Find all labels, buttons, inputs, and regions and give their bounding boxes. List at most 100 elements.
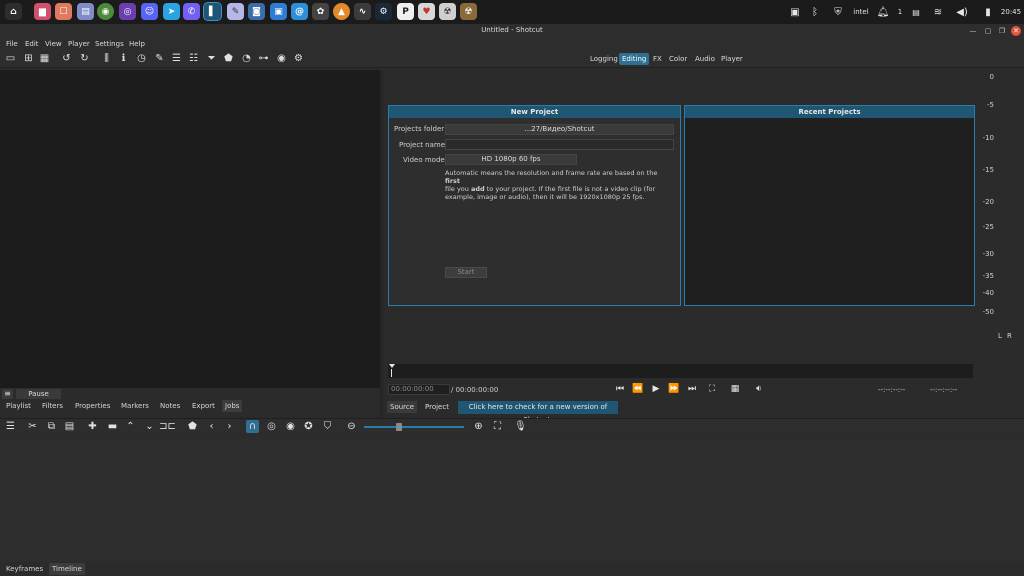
layout-tab-color[interactable]: Color <box>666 53 690 65</box>
scrub-bar[interactable] <box>388 364 973 378</box>
volume-icon[interactable]: ◀) <box>954 4 970 20</box>
rewind-icon[interactable]: ⏪ <box>632 383 644 395</box>
split-icon[interactable]: ⊐⊏ <box>159 420 176 433</box>
remove-icon[interactable]: ▬ <box>106 420 119 433</box>
save-icon[interactable]: ▦ <box>38 52 51 65</box>
menu-player[interactable]: Player <box>68 40 90 48</box>
menu-file[interactable]: File <box>6 40 18 48</box>
tab-export[interactable]: Export <box>189 400 218 412</box>
skip-previous-icon[interactable]: ⏮ <box>614 383 626 395</box>
menu-view[interactable]: View <box>45 40 62 48</box>
paste-icon[interactable]: ▤ <box>63 420 76 433</box>
tab-playlist[interactable]: Playlist <box>3 400 34 412</box>
playhead-icon[interactable] <box>389 364 395 368</box>
timeline-area[interactable] <box>0 436 1024 562</box>
dock-icon[interactable]: ⌂ <box>5 3 22 20</box>
vlc-icon[interactable]: ▲ <box>333 3 350 20</box>
menu-help[interactable]: Help <box>129 40 145 48</box>
keyframes-icon[interactable]: ◔ <box>240 52 253 65</box>
tab-source[interactable]: Source <box>387 401 418 413</box>
screenshot-icon[interactable]: ◙ <box>248 3 265 20</box>
timeline-icon[interactable]: ☷ <box>187 52 200 65</box>
tab-notes[interactable]: Notes <box>157 400 183 412</box>
layout-tab-fx[interactable]: FX <box>650 53 665 65</box>
record-audio-icon[interactable]: 🎙︎ <box>514 420 527 433</box>
scrub-icon[interactable]: ◎ <box>265 420 278 433</box>
chrome-icon[interactable]: ◉ <box>97 3 114 20</box>
zoom-fit-icon[interactable]: ⛶ <box>706 383 718 395</box>
tab-jobs[interactable]: Jobs <box>222 400 243 412</box>
maximize-icon[interactable]: ▢ <box>983 26 993 36</box>
export-icon[interactable]: ⊶ <box>257 52 270 65</box>
tab-project[interactable]: Project <box>422 401 452 413</box>
p-app-icon[interactable]: P <box>397 3 414 20</box>
app-icon-orange[interactable]: ☐ <box>55 3 72 20</box>
wifi-icon[interactable]: ≋ <box>930 4 946 20</box>
shield-app-icon[interactable]: ♥ <box>418 3 435 20</box>
overwrite-icon[interactable]: ⌄ <box>143 420 156 433</box>
lift-icon[interactable]: ⌃ <box>124 420 137 433</box>
pause-button[interactable]: Pause <box>16 389 61 399</box>
layout-tab-audio[interactable]: Audio <box>692 53 718 65</box>
ripple-icon[interactable]: ◉ <box>284 420 297 433</box>
pinwheel-icon[interactable]: ✿ <box>312 3 329 20</box>
monitor-icon[interactable]: ∿ <box>354 3 371 20</box>
podcast-icon[interactable]: ◎ <box>119 3 136 20</box>
tab-timeline[interactable]: Timeline <box>49 563 85 575</box>
ripple-markers-icon[interactable]: ⛉ <box>321 420 334 433</box>
steam-icon[interactable]: ⚙ <box>375 3 392 20</box>
tab-markers[interactable]: Markers <box>118 400 152 412</box>
tab-filters[interactable]: Filters <box>39 400 66 412</box>
video-mode-select[interactable]: HD 1080p 60 fps <box>445 154 577 165</box>
restore-icon[interactable]: ❐ <box>997 26 1007 36</box>
cut-icon[interactable]: ✂ <box>26 420 39 433</box>
notes-icon[interactable]: ✎ <box>153 52 166 65</box>
open-file-icon[interactable]: ▭ <box>4 52 17 65</box>
battery-icon[interactable]: ▮ <box>982 4 994 20</box>
settings-gear-icon[interactable]: ⚙ <box>292 52 305 65</box>
tab-keyframes[interactable]: Keyframes <box>3 563 46 575</box>
dock-menu-icon[interactable]: ≡ <box>2 389 13 399</box>
zoom-in-icon[interactable]: ⊕ <box>472 420 485 433</box>
previous-marker-icon[interactable]: ‹ <box>205 420 218 433</box>
editor-icon[interactable]: ✎ <box>227 3 244 20</box>
camera-tray-icon[interactable]: ▣ <box>788 4 802 20</box>
notification-bell-icon[interactable]: 🔔︎ <box>876 4 890 20</box>
vpn-shield-icon[interactable]: ⛨ <box>830 4 846 20</box>
layout-tab-logging[interactable]: Logging <box>587 53 621 65</box>
intel-icon[interactable]: intel <box>852 4 870 20</box>
copy-icon[interactable]: ⧉ <box>45 420 58 433</box>
skip-next-icon[interactable]: ⏭ <box>686 383 698 395</box>
layout-tab-editing[interactable]: Editing <box>619 53 650 65</box>
play-icon[interactable]: ▶ <box>650 383 662 395</box>
ripple-all-icon[interactable]: ✪ <box>302 420 315 433</box>
shotcut-taskbar-icon[interactable]: ▌ <box>203 2 222 21</box>
snap-icon[interactable]: ∩ <box>246 420 259 433</box>
minimize-icon[interactable]: — <box>968 26 978 36</box>
menu-edit[interactable]: Edit <box>25 40 39 48</box>
jobs-icon[interactable]: ◉ <box>275 52 288 65</box>
zoom-fit-timeline-icon[interactable]: ⛶ <box>491 420 504 433</box>
layout-tab-player[interactable]: Player <box>718 53 746 65</box>
update-check-button[interactable]: Click here to check for a new version of… <box>458 401 618 424</box>
photos-icon[interactable]: ▣ <box>270 3 287 20</box>
zoom-slider-handle[interactable] <box>396 423 402 431</box>
app-icon-purple[interactable]: ▤ <box>77 3 94 20</box>
volume-control-icon[interactable]: 🔉︎ <box>753 383 765 395</box>
open-other-icon[interactable]: ⊞ <box>22 52 35 65</box>
marker-icon[interactable]: ⬟ <box>186 420 199 433</box>
grid-icon[interactable]: ▦ <box>729 383 741 395</box>
files-app-icon[interactable]: ▆ <box>34 3 51 20</box>
redo-icon[interactable]: ↻ <box>78 52 91 65</box>
append-icon[interactable]: ✚ <box>86 420 99 433</box>
zoom-slider[interactable] <box>364 426 464 428</box>
fast-forward-icon[interactable]: ⏩ <box>668 383 680 395</box>
undo-icon[interactable]: ↺ <box>60 52 73 65</box>
markers-icon[interactable]: ⬟ <box>222 52 235 65</box>
bluetooth-icon[interactable]: ᛒ <box>808 4 822 20</box>
projects-folder-field[interactable]: ...27/Видео/Shotcut <box>445 124 674 135</box>
flag-icon[interactable]: ▤ <box>908 4 924 20</box>
project-name-input[interactable] <box>445 139 674 150</box>
zoom-out-icon[interactable]: ⊖ <box>345 420 358 433</box>
telegram-icon[interactable]: ➤ <box>163 3 180 20</box>
